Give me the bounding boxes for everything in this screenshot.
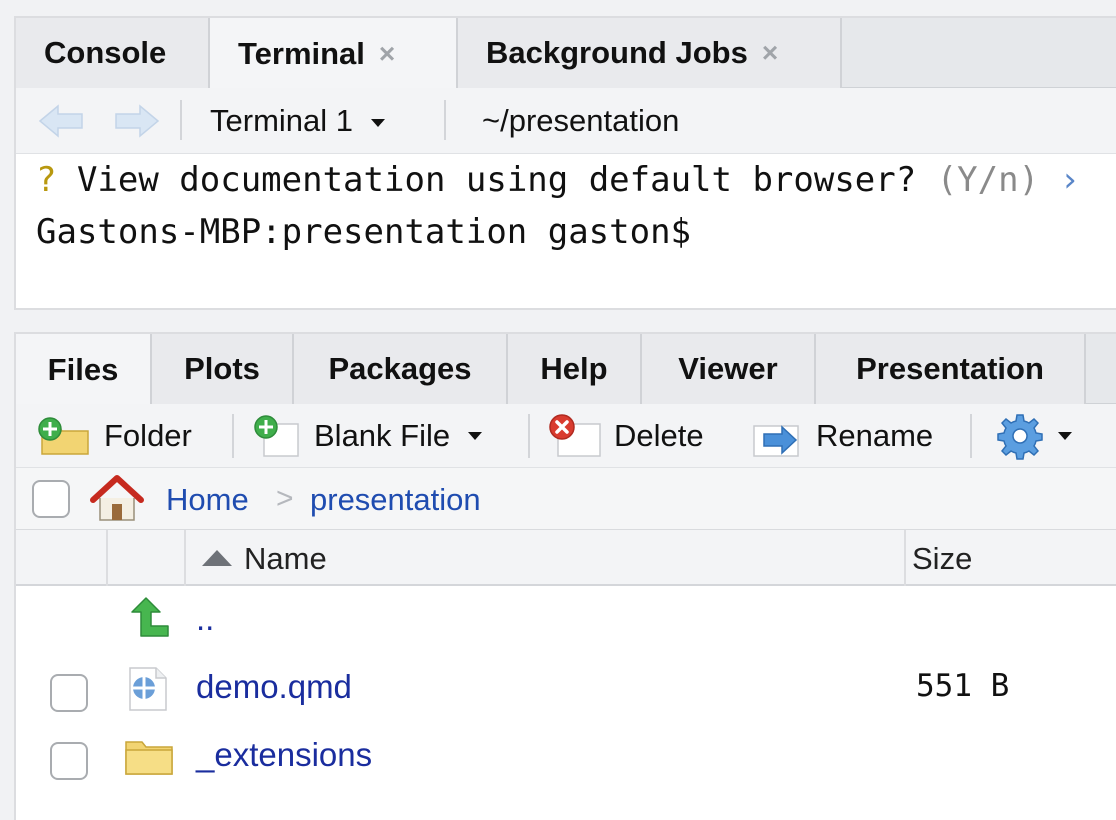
rename-icon: [753, 425, 799, 457]
breadcrumb-home[interactable]: Home: [166, 482, 249, 518]
rename-label: Rename: [816, 418, 934, 453]
tab-background-jobs[interactable]: Background Jobs ×: [458, 18, 842, 88]
new-folder-icon: [38, 417, 89, 455]
table-row[interactable]: _extensions: [16, 722, 1116, 788]
toolbar-divider: [180, 100, 182, 140]
forward-arrow-icon[interactable]: [114, 104, 160, 138]
folder-icon: [125, 741, 173, 775]
new-blank-file-label: Blank File: [314, 418, 451, 453]
new-file-icon: [254, 415, 299, 457]
column-size-label: Size: [912, 541, 973, 576]
tab-label: Plots: [184, 351, 260, 386]
toolbar-divider: [528, 414, 530, 458]
toolbar-divider: [444, 100, 446, 140]
row-checkbox[interactable]: [50, 674, 88, 712]
close-icon[interactable]: ×: [379, 38, 395, 70]
file-size: 551 B: [916, 668, 1010, 704]
terminal-line: Gastons-MBP:presentation gaston$: [36, 212, 692, 252]
tab-plots[interactable]: Plots: [152, 334, 294, 404]
back-arrow-icon[interactable]: [38, 104, 84, 138]
terminal-path: ~/presentation: [482, 103, 680, 138]
file-name-link[interactable]: demo.qmd: [196, 668, 352, 706]
file-list-header: Name Size: [16, 530, 1116, 586]
toolbar-divider: [232, 414, 234, 458]
select-all-checkbox[interactable]: [32, 480, 70, 518]
table-row[interactable]: demo.qmd 551 B: [16, 654, 1116, 720]
prompt-text: View documentation using default browser…: [56, 160, 937, 200]
prompt-hint: (Y/n): [936, 160, 1040, 200]
delete-icon: [549, 414, 601, 457]
more-options-button[interactable]: [996, 404, 1072, 468]
header-name-column[interactable]: Name: [186, 530, 906, 586]
new-folder-label: Folder: [104, 418, 192, 453]
new-folder-button[interactable]: Folder: [36, 404, 192, 468]
terminal-line: ? View documentation using default brows…: [36, 160, 1080, 200]
files-tabbar: Files Plots Packages Help Viewer Present…: [16, 334, 1116, 405]
terminal-pane: Console Terminal × Background Jobs × Ter…: [14, 16, 1116, 310]
tab-packages[interactable]: Packages: [294, 334, 508, 404]
file-name-link[interactable]: ..: [196, 600, 214, 638]
tab-files[interactable]: Files: [16, 334, 152, 405]
tab-terminal[interactable]: Terminal ×: [210, 18, 458, 89]
tab-label: Console: [44, 35, 167, 70]
file-name-link[interactable]: _extensions: [196, 736, 372, 774]
tab-label: Terminal: [238, 35, 365, 71]
files-pane: Files Plots Packages Help Viewer Present…: [14, 332, 1116, 820]
close-icon[interactable]: ×: [762, 37, 778, 69]
tab-help[interactable]: Help: [508, 334, 642, 404]
tab-console[interactable]: Console: [16, 18, 210, 88]
tab-viewer[interactable]: Viewer: [642, 334, 816, 404]
home-icon[interactable]: [90, 474, 144, 522]
tab-label: Help: [540, 351, 608, 386]
terminal-session-label: Terminal 1: [210, 103, 353, 138]
breadcrumb-separator: >: [276, 482, 294, 515]
up-arrow-icon: [131, 597, 169, 637]
delete-label: Delete: [614, 418, 704, 453]
prompt-question-mark: ?: [36, 160, 57, 200]
rename-button[interactable]: Rename: [750, 404, 933, 468]
tab-label: Packages: [328, 351, 472, 386]
tab-label: Background Jobs: [486, 35, 748, 70]
terminal-session-select[interactable]: Terminal 1: [210, 103, 385, 139]
delete-button[interactable]: Delete: [546, 404, 704, 468]
chevron-down-icon: [1058, 432, 1072, 440]
terminal-toolbar: Terminal 1 ~/presentation: [16, 88, 1116, 154]
toolbar-divider: [970, 414, 972, 458]
overflow-chevron-icon: ›: [1039, 160, 1080, 200]
tab-label: Files: [47, 351, 119, 387]
files-toolbar: Folder Blank File Delete Rename: [16, 404, 1116, 468]
header-icon-column: [108, 530, 186, 586]
column-name-label: Name: [244, 541, 327, 576]
tab-label: Viewer: [678, 351, 778, 386]
tab-label: Presentation: [856, 351, 1044, 386]
chevron-down-icon: [468, 432, 483, 440]
header-size-column[interactable]: Size: [906, 530, 1116, 586]
terminal-output[interactable]: ? View documentation using default brows…: [16, 154, 1116, 308]
file-list: .. demo.qmd 551 B _extensions: [16, 586, 1116, 820]
row-checkbox[interactable]: [50, 742, 88, 780]
chevron-down-icon: [371, 118, 385, 127]
quarto-file-icon: [129, 667, 167, 711]
new-blank-file-button[interactable]: Blank File: [252, 404, 483, 468]
terminal-tabbar: Console Terminal × Background Jobs ×: [16, 18, 1116, 89]
gear-icon: [997, 414, 1043, 460]
breadcrumb: Home > presentation: [16, 468, 1116, 530]
tab-presentation[interactable]: Presentation: [816, 334, 1086, 404]
sort-ascending-icon: [202, 550, 232, 566]
header-checkbox-column: [16, 530, 108, 586]
table-row[interactable]: ..: [16, 586, 1116, 652]
breadcrumb-current[interactable]: presentation: [310, 482, 481, 518]
